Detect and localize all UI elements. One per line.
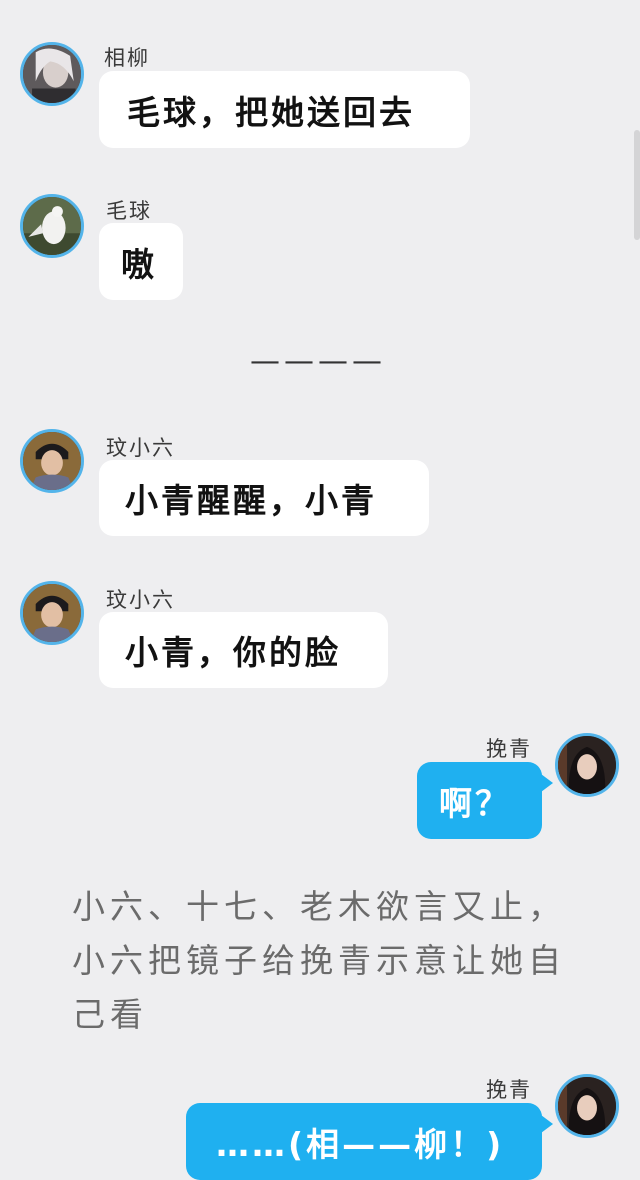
message-bubble[interactable]: 小青醒醒，小青 [99,460,429,536]
wenxiaoliu-avatar[interactable] [20,581,84,645]
white-eagle-avatar[interactable] [20,194,84,258]
wanqing-avatar[interactable] [555,733,619,797]
sender-name: 毛球 [106,199,152,223]
xiangliu-avatar[interactable] [20,42,84,106]
avatar-image [23,584,81,642]
message-bubble[interactable]: 小青，你的脸 [99,612,388,688]
message-bubble[interactable]: 嗷 [99,223,183,300]
avatar-image [23,432,81,490]
sender-name: 相柳 [104,46,150,70]
sender-name: 玟小六 [106,436,175,460]
message-bubble[interactable]: 啊？ [417,762,542,839]
scrollbar[interactable] [634,130,640,240]
sender-name: 玟小六 [106,588,175,612]
avatar-image [23,45,81,103]
scene-divider: ———— [250,344,386,379]
chat-area: 相柳 毛球，把她送回去 毛球 嗷 ———— 玟小六 小青醒醒，小青 玟小六 小青… [0,0,640,1180]
message-bubble[interactable]: 毛球，把她送回去 [99,71,470,148]
wanqing-avatar[interactable] [555,1074,619,1138]
message-bubble[interactable]: ……(相——柳！) [186,1103,542,1180]
avatar-image [558,1077,616,1135]
bubble-tail [541,774,553,792]
narration-text: 小六、十七、老木欲言又止，小六把镜子给挽青示意让她自己看 [72,887,566,1034]
sender-name: 挽青 [486,737,532,761]
avatar-image [558,736,616,794]
wenxiaoliu-avatar[interactable] [20,429,84,493]
avatar-image [23,197,81,255]
bubble-tail [541,1115,553,1133]
sender-name: 挽青 [486,1078,532,1102]
